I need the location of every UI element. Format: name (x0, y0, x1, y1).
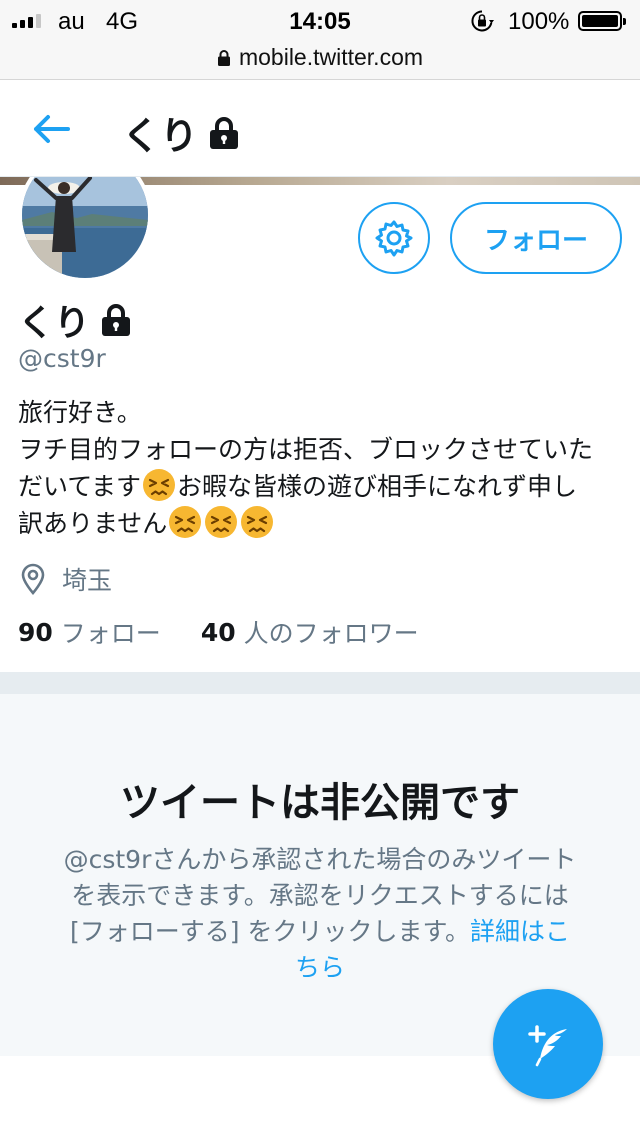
persevering-face-emoji-icon (169, 506, 202, 538)
lock-icon (210, 116, 239, 149)
protected-message-line: @cst9rさんから承認された場合のみツイート (63, 845, 577, 874)
location-text: 埼玉 (62, 566, 113, 595)
bio-line: だいてます お暇な皆様の遊び相手になれず申し (18, 468, 630, 505)
protected-message: @cst9rさんから承認された場合のみツイート を表示できます。承認をリクエスト… (30, 842, 610, 986)
settings-button[interactable] (358, 202, 430, 274)
battery-icon (578, 11, 626, 31)
learn-more-link[interactable]: ちら (295, 953, 345, 982)
bio-text: 訳ありません (18, 509, 168, 538)
protected-title: ツイートは非公開です (120, 780, 520, 826)
profile-handle: @cst9r (18, 344, 106, 373)
bio-line: 旅行好き。 (18, 398, 142, 427)
header-title: くり (122, 105, 240, 160)
followers-link[interactable]: 40 人のフォロワー (201, 614, 419, 650)
bio-line: ヲチ目的フォローの方は拒否、ブロックさせていた (18, 435, 594, 464)
lock-icon (102, 304, 131, 336)
follow-counts: 90 フォロー 40 人のフォロワー (18, 614, 419, 650)
persevering-face-emoji-icon (143, 469, 176, 501)
profile-bio: 旅行好き。 ヲチ目的フォローの方は拒否、ブロックさせていた だいてます お暇な皆様… (18, 394, 630, 542)
compose-tweet-button[interactable] (493, 989, 603, 1099)
battery-percentage: 100% (508, 8, 570, 35)
following-link[interactable]: 90 フォロー (18, 614, 161, 650)
followers-label: 人のフォロワー (243, 619, 419, 648)
following-count: 90 (18, 617, 53, 647)
learn-more-link[interactable]: 詳細はこ (470, 917, 570, 946)
url-text: mobile.twitter.com (238, 44, 424, 70)
persevering-face-emoji-icon (205, 506, 238, 538)
header-title-text: くり (122, 114, 199, 158)
compose-tweet-icon (528, 1025, 567, 1067)
secure-lock-icon (217, 49, 230, 66)
following-label: フォロー (60, 619, 161, 648)
bio-line: 訳ありません (18, 505, 630, 542)
protected-message-line: を表示できます。承認をリクエストするには (71, 881, 569, 910)
protected-message-line: [フォローする] をクリックします。詳細はこ (30, 914, 610, 950)
back-arrow-icon (34, 115, 70, 143)
profile-header: くり (0, 81, 640, 177)
persevering-face-emoji-icon (241, 506, 274, 538)
back-button[interactable] (30, 109, 72, 149)
protected-message-line: ちら (30, 950, 610, 986)
gear-icon (375, 220, 413, 257)
bio-text: お暇な皆様の遊び相手になれず申し (177, 472, 578, 501)
location-pin-icon (21, 563, 45, 595)
followers-count: 40 (200, 617, 236, 647)
profile-name-text: くり (18, 303, 91, 344)
browser-url-bar[interactable]: mobile.twitter.com (0, 40, 640, 80)
profile-name: くり (18, 294, 132, 346)
rotation-lock-icon (471, 10, 494, 32)
section-divider (0, 672, 640, 694)
protected-message-text: [フォローする] をクリックします。 (70, 917, 470, 946)
status-bar: au 4G 14:05 100% (0, 0, 640, 40)
profile-location: 埼玉 (20, 561, 112, 597)
follow-button[interactable]: フォロー (450, 202, 622, 274)
bio-text: だいてます (18, 472, 142, 501)
